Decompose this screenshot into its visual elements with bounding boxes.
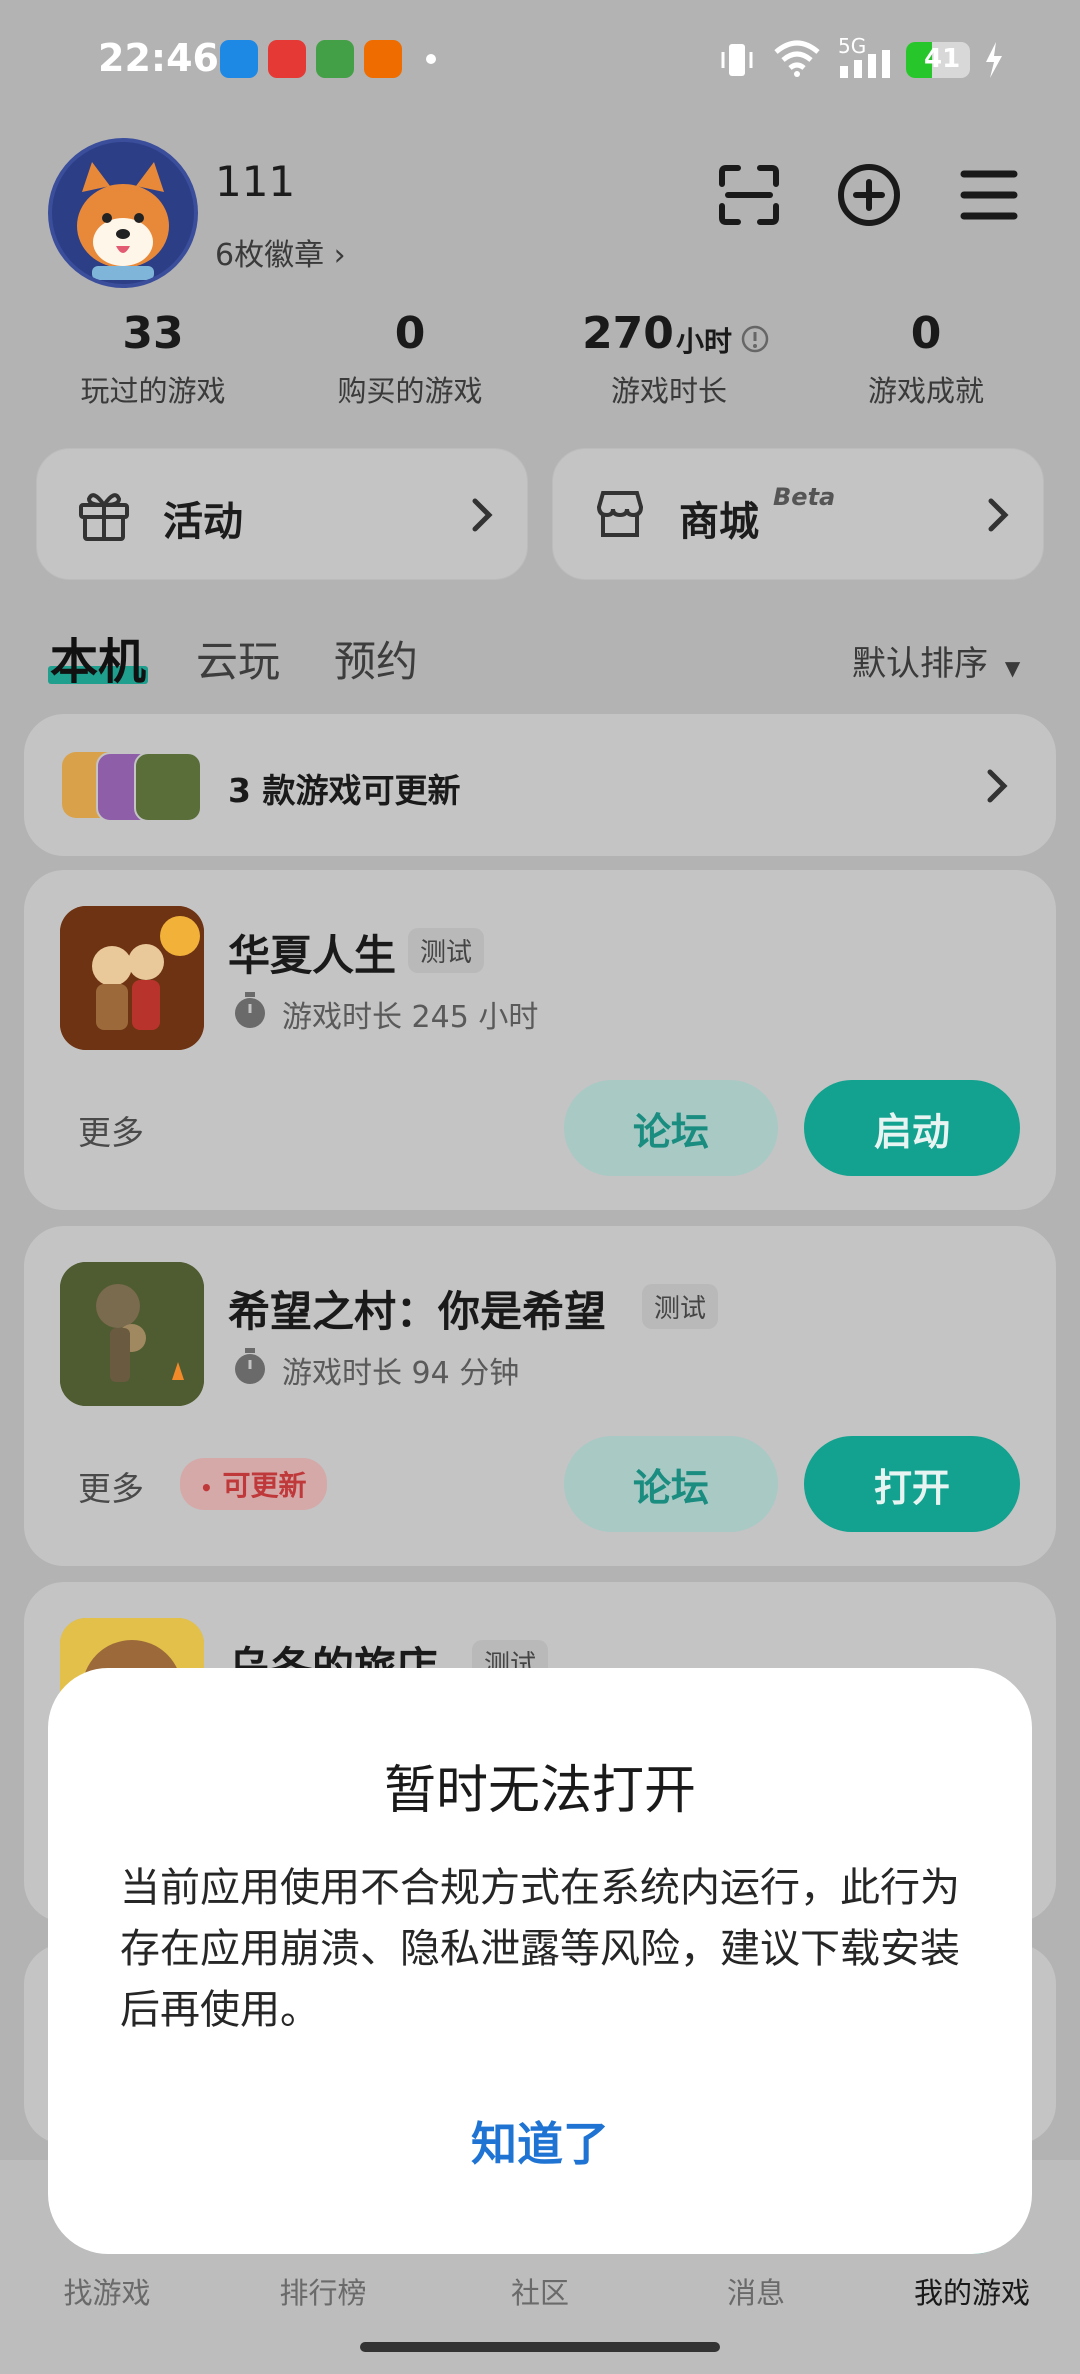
activity-card[interactable]: 活动 [36,448,528,580]
caret-down-icon: ▼ [1004,656,1021,680]
update-game-thumb-3 [134,752,202,822]
stat-achievements-value[interactable]: 0 [816,308,1036,359]
huaxia-game-art [60,906,204,1050]
stat-achievements-label: 游戏成就 [867,374,984,408]
sort-dropdown[interactable]: 默认排序 ▼ [852,636,1020,685]
launch-button[interactable]: 启动 [804,1080,1020,1176]
update-banner[interactable]: 3 款游戏可更新 [24,714,1056,856]
dialog-title: 暂时无法打开 [383,1761,696,1821]
badges-link[interactable]: 6枚徽章 › [215,230,346,274]
stat-purchased-label: 购买的游戏 [337,374,483,408]
alert-dialog: 暂时无法打开 当前应用使用不合规方式在系统内运行，此行为存在应用崩溃、隐私泄露等… [48,1668,1032,2254]
stat-played-label: 玩过的游戏 [80,374,226,408]
battery-level: 41 [924,44,961,74]
charging-icon [986,42,1002,78]
tab-local[interactable]: 本机 [50,622,146,692]
notification-dot [426,54,436,64]
game-name: 华夏人生 [228,931,397,980]
chevron-right-icon [988,498,1009,532]
gift-icon [79,493,129,541]
test-tag: 测试 [642,1284,719,1329]
status-time: 22:46 [98,36,219,80]
game-card: 华夏人生 测试 游戏时长 245 小时 更多 论坛 启动 [24,870,1056,1210]
tab-cloud[interactable]: 云玩 [196,628,280,689]
open-button[interactable]: 打开 [804,1436,1020,1532]
home-indicator[interactable] [360,2342,720,2352]
game-icon-village[interactable] [60,1262,204,1406]
add-icon[interactable] [834,160,904,230]
more-button[interactable]: 更多 [78,1106,144,1154]
game-playtime: 游戏时长 94 分钟 [282,1356,520,1391]
orange-app-icon [364,40,402,78]
update-banner-text: 3 款游戏可更新 [228,771,461,810]
avatar[interactable] [48,138,198,288]
store-beta-tag: Beta [773,483,836,511]
store-label: 商城 [679,499,759,545]
update-available-label: 可更新 [222,1469,307,1502]
village-game-art [60,1262,204,1406]
nav-messages[interactable]: 消息 [656,2270,856,2312]
info-icon[interactable] [740,324,770,354]
vibrate-icon [721,44,753,76]
stat-playtime-unit: 小时 [676,325,733,358]
activity-label: 活动 [163,499,243,545]
tab-reserve[interactable]: 预约 [334,628,418,689]
forum-button[interactable]: 论坛 [564,1436,778,1532]
game-name: 希望之村：你是希望 [228,1287,607,1336]
shiba-dog-avatar-icon [77,162,169,280]
bird-app-icon [220,40,258,78]
nav-find-games[interactable]: 找游戏 [7,2270,207,2312]
menu-icon[interactable] [954,160,1024,230]
game-card: 希望之村：你是希望 测试 游戏时长 94 分钟 更多 • 可更新 论坛 打开 [24,1226,1056,1566]
chevron-right-icon [472,498,493,532]
game-playtime: 游戏时长 245 小时 [282,1000,539,1035]
dialog-confirm-button[interactable]: 知道了 [390,2108,690,2174]
dialog-message: 当前应用使用不合规方式在系统内运行，此行为存在应用崩溃、隐私泄露等风险，建议下载… [120,1865,960,2033]
store-icon [596,491,644,537]
stat-playtime-label: 游戏时长 [610,374,727,408]
nav-community[interactable]: 社区 [440,2270,640,2312]
test-tag: 测试 [408,928,485,973]
battery-indicator: 41 [906,42,970,78]
update-available-badge[interactable]: • 可更新 [180,1458,327,1510]
scan-icon[interactable] [714,160,784,230]
stat-purchased-value[interactable]: 0 [300,308,520,359]
wifi-icon [774,40,820,77]
forum-button[interactable]: 论坛 [564,1080,778,1176]
red-app-icon [268,40,306,78]
username: 111 [215,157,296,206]
game-icon-huaxia[interactable] [60,906,204,1050]
green-app-icon [316,40,354,78]
more-button[interactable]: 更多 [78,1462,144,1510]
red-dot-icon: • [200,1476,213,1500]
chevron-right-icon [987,769,1008,803]
nav-ranking[interactable]: 排行榜 [223,2270,423,2312]
signal-icon [840,50,890,78]
stat-played-value[interactable]: 33 [43,308,263,359]
stopwatch-icon [235,1348,265,1384]
store-card[interactable]: 商城 Beta [552,448,1044,580]
nav-my-games[interactable]: 我的游戏 [872,2270,1072,2312]
stopwatch-icon [235,992,265,1028]
sort-label: 默认排序 [852,644,988,684]
